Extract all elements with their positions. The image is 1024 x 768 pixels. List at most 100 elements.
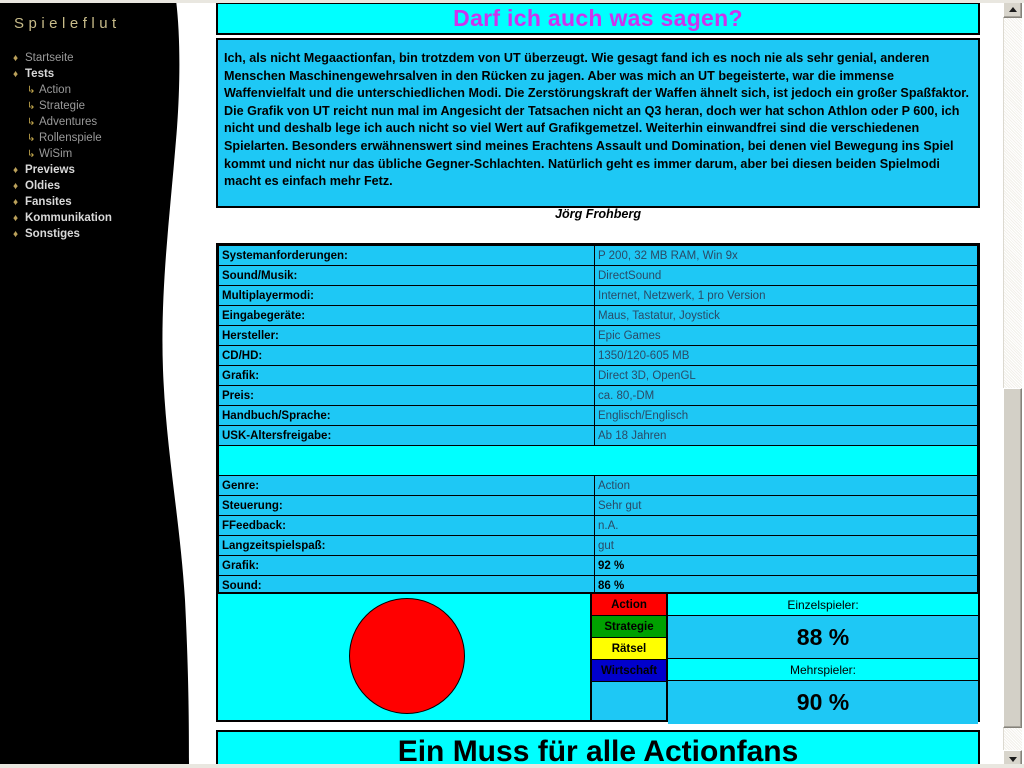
chevron-down-icon (1008, 756, 1017, 762)
diamond-bullet-icon: ♦ (13, 229, 19, 240)
genre-chip-action: Action (592, 594, 666, 616)
sidebar-item-adventures[interactable]: ↳ Adventures (10, 114, 180, 130)
sidebar-item-label: Oldies (25, 180, 61, 192)
spec-value: ca. 80,-DM (594, 385, 978, 406)
sidebar-item-wisim[interactable]: ↳ WiSim (10, 146, 180, 162)
spec-key: Steuerung: (218, 495, 595, 516)
spec-value: DirectSound (594, 265, 978, 286)
spec-value: Internet, Netzwerk, 1 pro Version (594, 285, 978, 306)
multiplayer-label: Mehrspieler: (668, 659, 978, 681)
genre-column-filler (592, 682, 666, 720)
diamond-bullet-icon: ♦ (13, 53, 19, 64)
spec-value: Action (594, 475, 978, 496)
table-row: Preis: ca. 80,-DM (218, 385, 978, 406)
spec-key: Genre: (218, 475, 595, 496)
arrow-bullet-icon: ↳ (27, 117, 36, 128)
spec-value: Sehr gut (594, 495, 978, 516)
sidebar-item-label: Action (39, 84, 71, 96)
table-row: Handbuch/Sprache: Englisch/Englisch (218, 405, 978, 426)
sidebar-item-startseite[interactable]: ♦ Startseite (10, 50, 180, 66)
scrollbar-thumb[interactable] (1003, 388, 1022, 728)
table-row: USK-Altersfreigabe: Ab 18 Jahren (218, 425, 978, 446)
sidebar-item-label: Rollenspiele (39, 132, 102, 144)
diamond-bullet-icon: ♦ (13, 197, 19, 208)
site-sidebar: Spieleflut ♦ Startseite ♦ Tests ↳ Action ↳ Stra… (0, 0, 200, 768)
spec-value: Ab 18 Jahren (594, 425, 978, 446)
rating-circle-graphic (349, 598, 465, 714)
vertical-scrollbar[interactable] (1000, 0, 1024, 768)
sidebar-item-tests[interactable]: ♦ Tests (10, 66, 180, 82)
window-top-chrome (0, 0, 1024, 3)
spec-value: Maus, Tastatur, Joystick (594, 305, 978, 326)
table-row: CD/HD: 1350/120-605 MB (218, 345, 978, 366)
spec-key: Preis: (218, 385, 595, 406)
sidebar-item-rollenspiele[interactable]: ↳ Rollenspiele (10, 130, 180, 146)
table-row: Langzeitspielspaß: gut (218, 535, 978, 556)
spec-key: CD/HD: (218, 345, 595, 366)
sidebar-item-strategie[interactable]: ↳ Strategie (10, 98, 180, 114)
specifications-table-panel: Systemanforderungen: P 200, 32 MB RAM, Wi… (216, 243, 980, 598)
table-row: Grafik: 92 % (218, 555, 978, 576)
arrow-bullet-icon: ↳ (27, 101, 36, 112)
sidebar-item-fansites[interactable]: ♦ Fansites (10, 194, 180, 210)
spec-key: Multiplayermodi: (218, 285, 595, 306)
table-row: Sound/Musik: DirectSound (218, 265, 978, 286)
spec-key: Handbuch/Sprache: (218, 405, 595, 426)
sidebar-item-action[interactable]: ↳ Action (10, 82, 180, 98)
genre-chip-wirtschaft: Wirtschaft (592, 660, 666, 682)
table-row: FFeedback: n.A. (218, 515, 978, 536)
main-content: Darf ich auch was sagen? Ich, als nicht … (200, 0, 1000, 768)
diamond-bullet-icon: ♦ (13, 213, 19, 224)
sidebar-item-previews[interactable]: ♦ Previews (10, 162, 180, 178)
verdict-banner: Ein Muss für alle Actionfans (216, 730, 980, 768)
review-headline-text: Darf ich auch was sagen? (453, 5, 743, 31)
table-spacer-row (218, 445, 978, 476)
diamond-bullet-icon: ♦ (13, 181, 19, 192)
chevron-up-icon (1008, 6, 1017, 12)
rating-image-cell (218, 594, 592, 720)
browser-page: Spieleflut ♦ Startseite ♦ Tests ↳ Action ↳ Stra… (0, 0, 1024, 768)
singleplayer-label: Einzelspieler: (668, 594, 978, 616)
table-row: Genre: Action (218, 475, 978, 496)
table-row: Grafik: Direct 3D, OpenGL (218, 365, 978, 386)
spec-key: Grafik: (218, 555, 595, 576)
review-body-text: Ich, als nicht Megaactionfan, bin trotzd… (224, 51, 970, 189)
sidebar-item-label: Sonstiges (25, 228, 80, 240)
rating-panel: Action Strategie Rätsel Wirtschaft Einzelsp… (216, 592, 980, 724)
spec-key: Systemanforderungen: (218, 245, 595, 266)
review-text-box: Ich, als nicht Megaactionfan, bin trotzd… (216, 38, 980, 221)
sidebar-item-label: Fansites (25, 196, 72, 208)
arrow-bullet-icon: ↳ (27, 85, 36, 96)
genre-chip-column: Action Strategie Rätsel Wirtschaft (592, 594, 668, 720)
sidebar-item-label: Adventures (39, 116, 98, 128)
spec-key: USK-Altersfreigabe: (218, 425, 595, 446)
multiplayer-score: 90 % (668, 681, 978, 724)
scroll-up-button[interactable] (1003, 1, 1022, 18)
singleplayer-score: 88 % (668, 616, 978, 659)
review-author: Jörg Frohberg (554, 206, 642, 221)
diamond-bullet-icon: ♦ (13, 69, 19, 80)
spec-key: FFeedback: (218, 515, 595, 536)
arrow-bullet-icon: ↳ (27, 149, 36, 160)
arrow-bullet-icon: ↳ (27, 133, 36, 144)
sidebar-item-kommunikation[interactable]: ♦ Kommunikation (10, 210, 180, 226)
spec-key: Grafik: (218, 365, 595, 386)
sidebar-item-sonstiges[interactable]: ♦ Sonstiges (10, 226, 180, 242)
spec-value: P 200, 32 MB RAM, Win 9x (594, 245, 978, 266)
table-row: Eingabegeräte: Maus, Tastatur, Joystick (218, 305, 978, 326)
sidebar-item-oldies[interactable]: ♦ Oldies (10, 178, 180, 194)
spec-value: Direct 3D, OpenGL (594, 365, 978, 386)
spec-value: n.A. (594, 515, 978, 536)
genre-chip-strategie: Strategie (592, 616, 666, 638)
table-row: Systemanforderungen: P 200, 32 MB RAM, Wi… (218, 245, 978, 266)
sidebar-item-label: Strategie (39, 100, 86, 112)
spec-value: 92 % (594, 555, 978, 576)
table-spacer-cell (218, 445, 978, 476)
sidebar-item-label: Startseite (25, 52, 74, 64)
table-row: Multiplayermodi: Internet, Netzwerk, 1 pr… (218, 285, 978, 306)
spec-value: gut (594, 535, 978, 556)
review-headline-banner: Darf ich auch was sagen? (216, 2, 980, 35)
spec-value: Englisch/Englisch (594, 405, 978, 426)
window-bottom-chrome (0, 764, 1024, 768)
site-logo-title: Spieleflut (14, 15, 121, 32)
